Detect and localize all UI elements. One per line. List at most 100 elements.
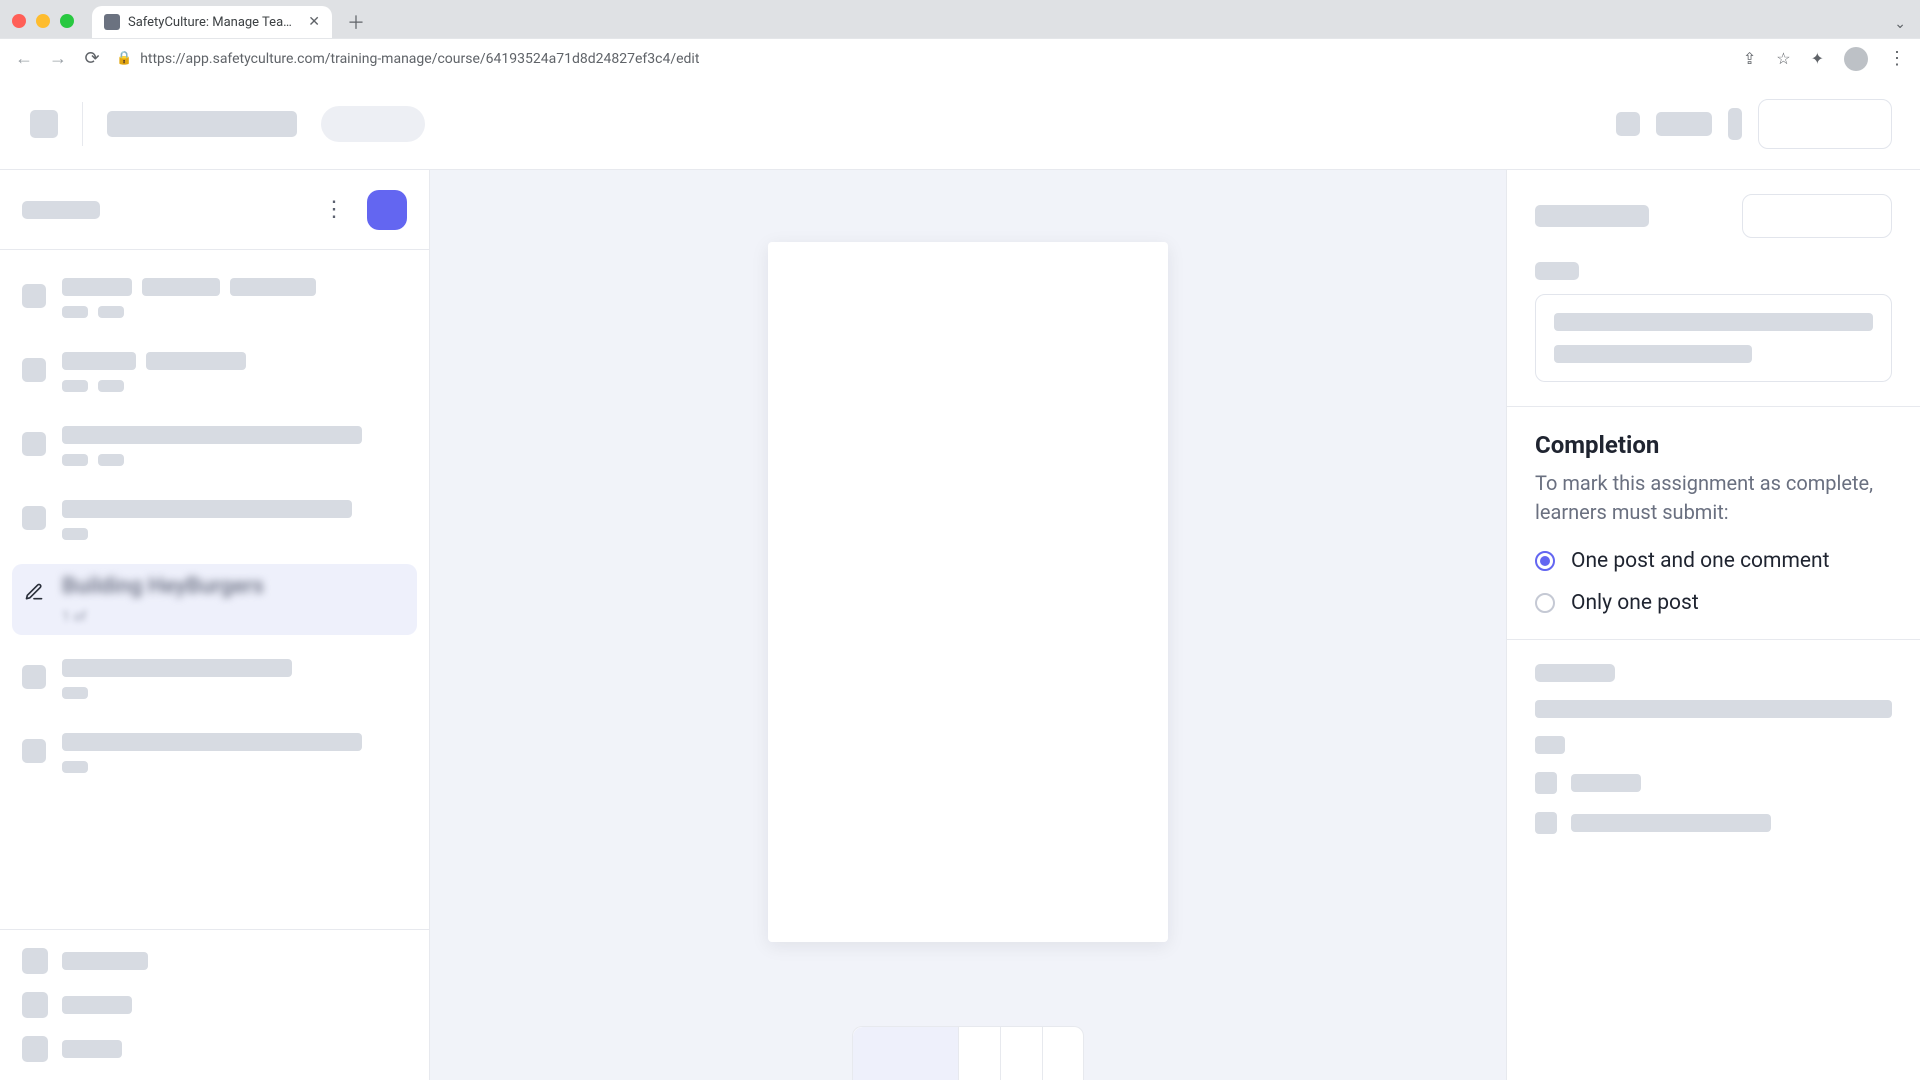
browser-tab[interactable]: SafetyCulture: Manage Teams and ... ✕: [92, 6, 332, 38]
preview-page[interactable]: [768, 242, 1168, 942]
window-maximize-icon[interactable]: [60, 14, 74, 28]
lesson-thumb-icon: [22, 506, 46, 530]
view-toolbar: [852, 1026, 1084, 1080]
checkbox-icon: [1535, 772, 1557, 794]
lesson-list[interactable]: Building HeyBurgers 1 of: [0, 250, 429, 929]
right-settings: [1507, 640, 1920, 858]
lesson-item[interactable]: [12, 649, 417, 709]
footer-label: [62, 1040, 122, 1058]
right-panel: Completion To mark this assignment as co…: [1506, 170, 1920, 1080]
right-header-label: [1535, 205, 1649, 227]
lesson-thumb-icon: [22, 358, 46, 382]
header-divider: [82, 102, 83, 146]
section-label: [1535, 262, 1579, 280]
footer-label: [62, 952, 148, 970]
active-lesson-title: Building HeyBurgers: [62, 574, 264, 599]
add-lesson-button[interactable]: [367, 190, 407, 230]
header-primary-button[interactable]: [1758, 99, 1892, 149]
bookmark-icon[interactable]: ☆: [1776, 49, 1790, 68]
lesson-item[interactable]: [12, 416, 417, 476]
extensions-icon[interactable]: ✦: [1811, 49, 1824, 68]
profile-avatar-icon[interactable]: [1844, 47, 1868, 71]
header-actions: [1616, 99, 1892, 149]
canvas[interactable]: [430, 170, 1506, 1080]
nav-back-icon[interactable]: ←: [14, 48, 34, 69]
browser-menu-icon[interactable]: ⋮: [1888, 48, 1906, 69]
tab-close-icon[interactable]: ✕: [308, 14, 320, 30]
footer-icon: [22, 948, 48, 974]
left-header-kebab-icon[interactable]: ⋮: [315, 193, 353, 226]
browser-chrome: SafetyCulture: Manage Teams and ... ✕ ＋ …: [0, 0, 1920, 78]
lock-icon: 🔒: [116, 51, 132, 66]
lesson-item[interactable]: [12, 723, 417, 783]
course-title-skeleton: [107, 111, 297, 137]
left-header-label: [22, 201, 100, 219]
app-root: ⋮: [0, 78, 1920, 1080]
footer-row[interactable]: [22, 1036, 407, 1062]
header-menu-button[interactable]: [30, 110, 58, 138]
nav-reload-icon[interactable]: ⟳: [82, 48, 102, 69]
new-tab-button[interactable]: ＋: [342, 8, 370, 36]
tab-favicon-icon: [104, 14, 120, 30]
window-minimize-icon[interactable]: [36, 14, 50, 28]
completion-title: Completion: [1535, 431, 1892, 459]
setting-row[interactable]: [1535, 772, 1892, 794]
lesson-item[interactable]: [12, 490, 417, 550]
url-text: https://app.safetyculture.com/training-m…: [140, 51, 699, 67]
tab-strip: SafetyCulture: Manage Teams and ... ✕ ＋ …: [0, 0, 1920, 38]
left-panel: ⋮: [0, 170, 430, 1080]
view-mode-1[interactable]: [853, 1027, 959, 1080]
footer-row[interactable]: [22, 948, 407, 974]
radio-icon: [1535, 551, 1555, 571]
completion-options: One post and one comment Only one post: [1535, 549, 1892, 615]
window-controls: [12, 14, 74, 28]
lesson-thumb-icon: [22, 739, 46, 763]
left-panel-footer: [0, 929, 429, 1080]
lesson-thumb-icon: [22, 665, 46, 689]
share-icon[interactable]: ⇪: [1743, 49, 1756, 68]
active-lesson-meta: 1 of: [62, 609, 264, 625]
lesson-item-active[interactable]: Building HeyBurgers 1 of: [12, 564, 417, 635]
footer-row[interactable]: [22, 992, 407, 1018]
radio-label: Only one post: [1571, 591, 1699, 615]
footer-icon: [22, 1036, 48, 1062]
view-mode-4[interactable]: [1043, 1027, 1083, 1080]
three-column-layout: ⋮: [0, 170, 1920, 1080]
lesson-thumb-icon: [22, 432, 46, 456]
window-close-icon[interactable]: [12, 14, 26, 28]
view-mode-3[interactable]: [1001, 1027, 1043, 1080]
view-mode-2[interactable]: [959, 1027, 1001, 1080]
right-section: [1507, 262, 1920, 406]
toolbar-right: ⇪ ☆ ✦ ⋮: [1743, 47, 1906, 71]
footer-icon: [22, 992, 48, 1018]
setting-row[interactable]: [1535, 812, 1892, 834]
radio-label: One post and one comment: [1571, 549, 1829, 573]
completion-option-only-post[interactable]: Only one post: [1535, 591, 1892, 615]
header-action-3[interactable]: [1728, 108, 1742, 140]
lesson-item[interactable]: [12, 342, 417, 402]
tabs-overflow-icon[interactable]: ⌄: [1894, 16, 1906, 32]
header-action-1[interactable]: [1616, 112, 1640, 136]
edit-icon: [22, 580, 46, 604]
completion-section: Completion To mark this assignment as co…: [1507, 407, 1920, 639]
settings-label: [1535, 664, 1615, 682]
header-status-pill[interactable]: [321, 106, 425, 142]
footer-label: [62, 996, 132, 1014]
nav-forward-icon[interactable]: →: [48, 48, 68, 69]
checkbox-icon: [1535, 812, 1557, 834]
header-action-2[interactable]: [1656, 112, 1712, 136]
lesson-thumb-icon: [22, 284, 46, 308]
completion-description: To mark this assignment as complete, lea…: [1535, 469, 1892, 527]
lesson-item[interactable]: [12, 268, 417, 328]
right-header-button[interactable]: [1742, 194, 1892, 238]
setting-label: [1571, 814, 1771, 832]
right-header: [1507, 170, 1920, 262]
tab-title: SafetyCulture: Manage Teams and ...: [128, 15, 300, 30]
url-display[interactable]: 🔒 https://app.safetyculture.com/training…: [116, 51, 699, 67]
completion-option-post-and-comment[interactable]: One post and one comment: [1535, 549, 1892, 573]
right-card[interactable]: [1535, 294, 1892, 382]
app-header: [0, 78, 1920, 170]
setting-label: [1571, 774, 1641, 792]
radio-icon: [1535, 593, 1555, 613]
left-panel-header: ⋮: [0, 170, 429, 250]
